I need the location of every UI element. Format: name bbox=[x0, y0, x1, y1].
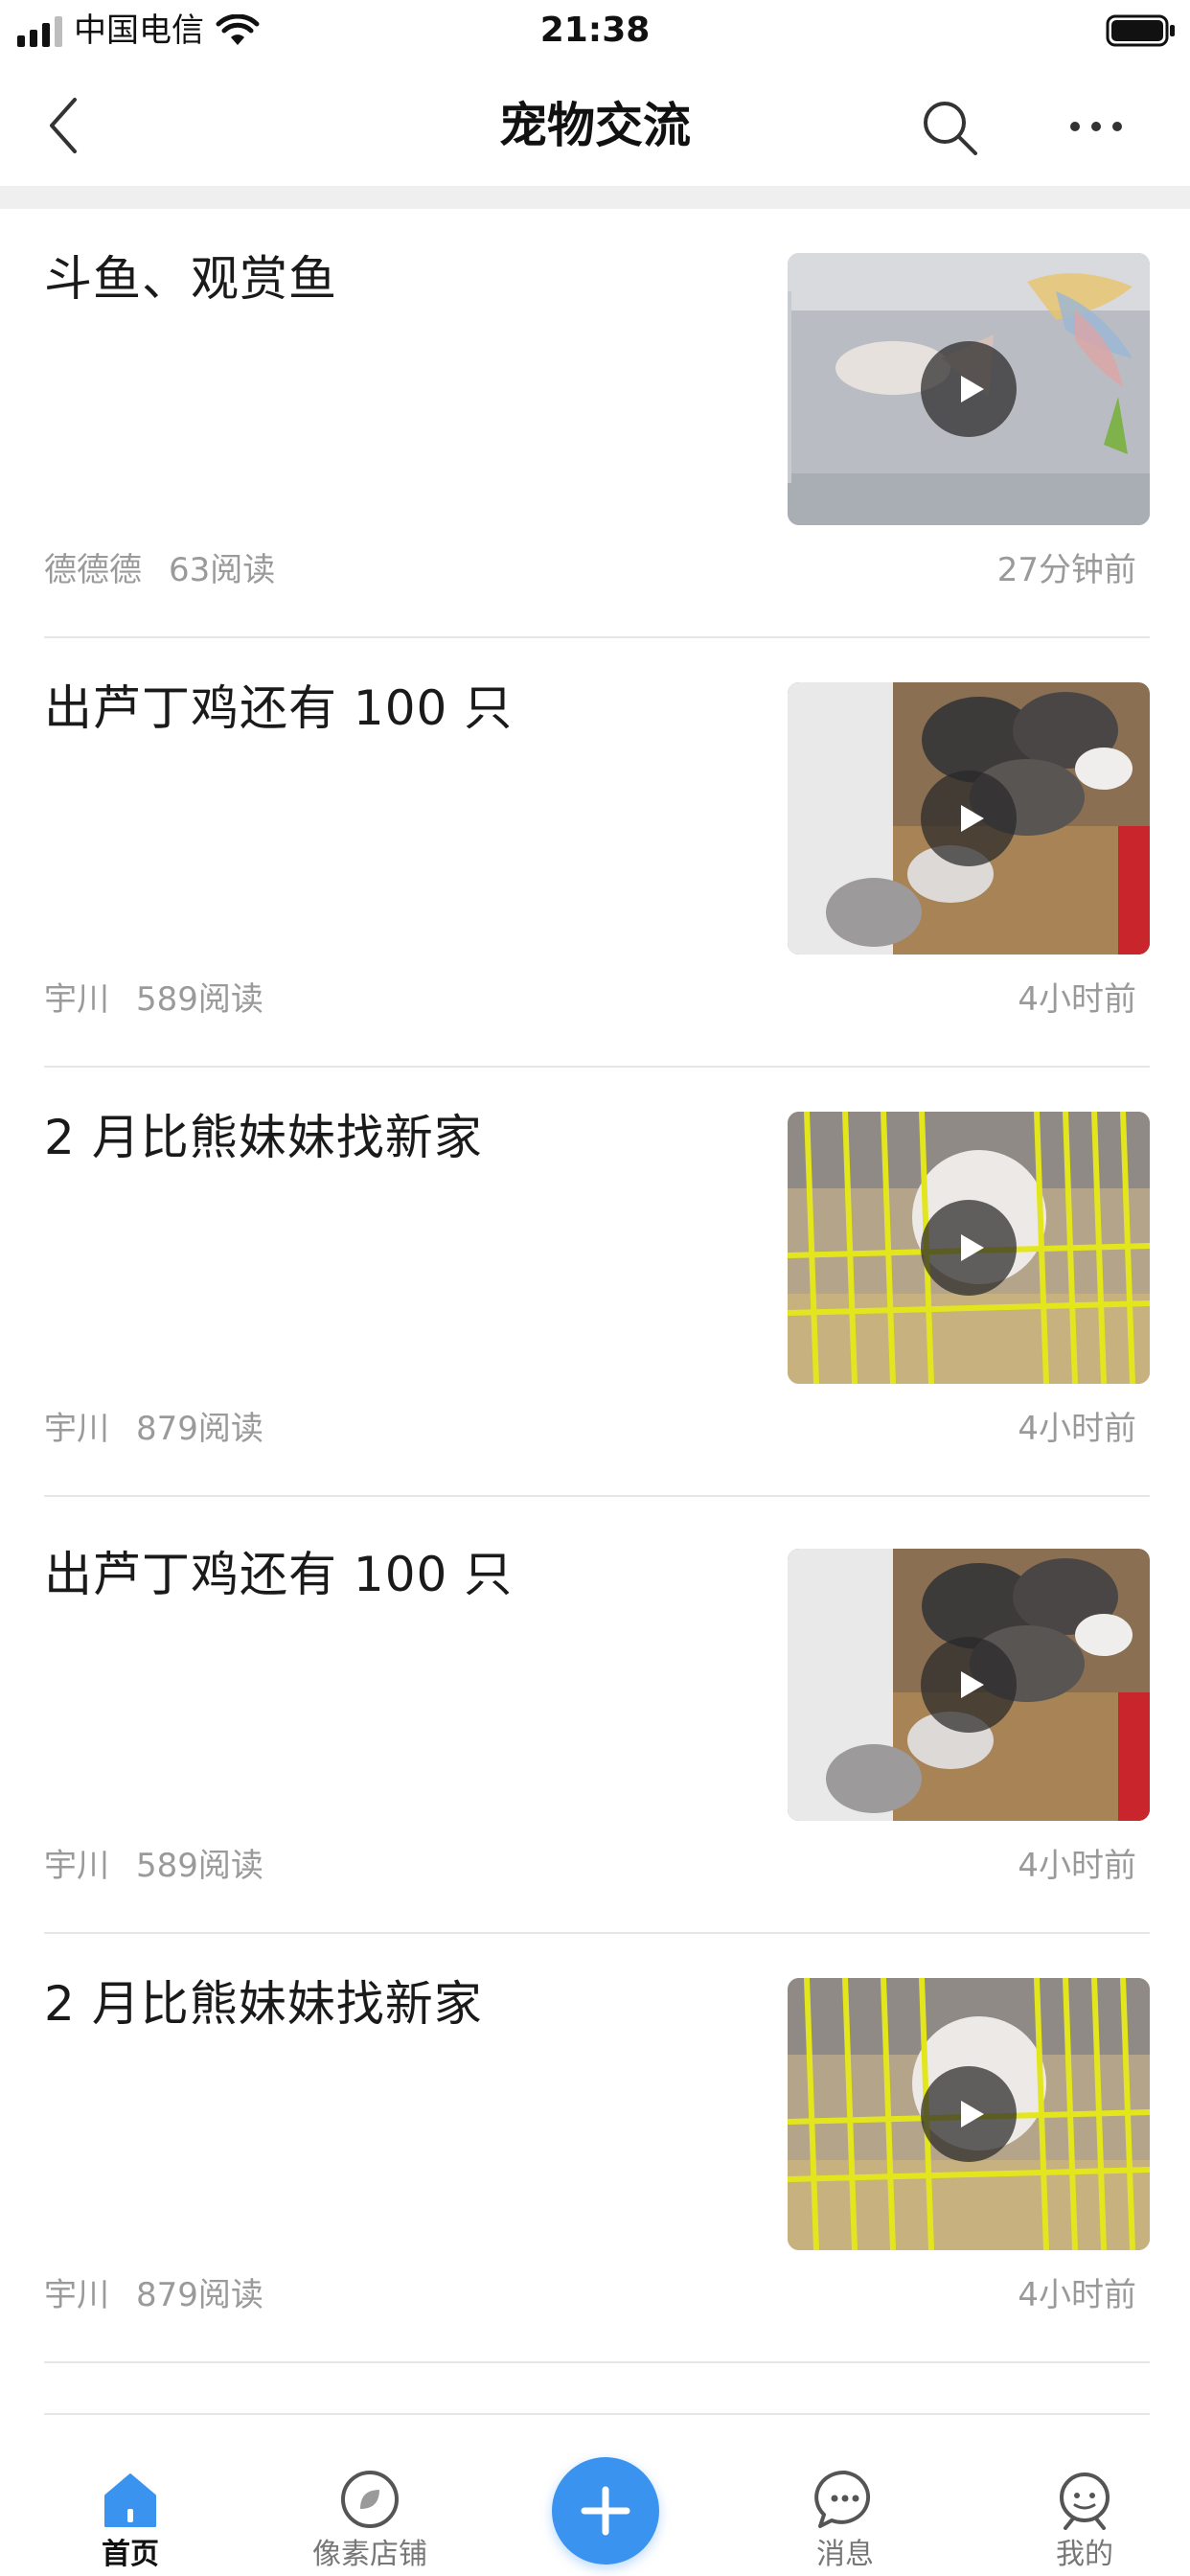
search-icon[interactable] bbox=[918, 96, 981, 159]
post-author[interactable]: 宇川 bbox=[44, 1847, 109, 1885]
post-time: 4小时前 bbox=[1018, 1410, 1136, 1448]
post-meta: 宇川 589阅读 bbox=[44, 1844, 263, 1888]
post-feed: 斗鱼、观赏鱼 德德德 63阅读 27分钟前 出芦丁鸡还有 100 只 宇川 58… bbox=[0, 209, 1190, 2363]
play-icon bbox=[961, 1671, 984, 1698]
post-card[interactable]: 斗鱼、观赏鱼 德德德 63阅读 27分钟前 bbox=[0, 209, 1190, 638]
play-button[interactable] bbox=[921, 2066, 1017, 2162]
tab-label: 消息 bbox=[816, 2538, 874, 2571]
tab-label: 首页 bbox=[102, 2538, 159, 2571]
video-thumbnail[interactable] bbox=[788, 1549, 1150, 1821]
tab-bar: 首页 像素店铺 消息 我的 bbox=[0, 2415, 1190, 2576]
post-title[interactable]: 出芦丁鸡还有 100 只 bbox=[44, 677, 753, 740]
post-title[interactable]: 出芦丁鸡还有 100 只 bbox=[44, 1543, 753, 1606]
tab-messages[interactable]: 消息 bbox=[749, 2415, 941, 2576]
nav-divider bbox=[0, 186, 1190, 209]
post-author[interactable]: 宇川 bbox=[44, 2276, 109, 2314]
play-button[interactable] bbox=[921, 770, 1017, 866]
tab-label: 我的 bbox=[1056, 2538, 1113, 2571]
post-card[interactable]: 出芦丁鸡还有 100 只 宇川 589阅读 4小时前 bbox=[0, 1497, 1190, 1934]
tab-shop[interactable]: 像素店铺 bbox=[274, 2415, 466, 2576]
post-time: 27分钟前 bbox=[996, 551, 1136, 589]
tab-label: 像素店铺 bbox=[312, 2538, 427, 2571]
profile-icon bbox=[1060, 2472, 1110, 2530]
video-thumbnail[interactable] bbox=[788, 1112, 1150, 1384]
post-card[interactable]: 2 月比熊妹妹找新家 宇川 879阅读 4小时前 bbox=[0, 1934, 1190, 2363]
post-card[interactable]: 出芦丁鸡还有 100 只 宇川 589阅读 4小时前 bbox=[0, 638, 1190, 1068]
card-divider bbox=[44, 2361, 1150, 2363]
post-title[interactable]: 斗鱼、观赏鱼 bbox=[44, 247, 753, 310]
video-thumbnail[interactable] bbox=[788, 682, 1150, 954]
post-meta: 德德德 63阅读 bbox=[44, 548, 275, 592]
post-author[interactable]: 德德德 bbox=[44, 551, 142, 589]
post-title[interactable]: 2 月比熊妹妹找新家 bbox=[44, 1972, 753, 2036]
home-icon bbox=[104, 2473, 156, 2527]
post-read-count: 589阅读 bbox=[136, 1847, 263, 1885]
play-icon bbox=[961, 376, 984, 402]
post-meta: 宇川 879阅读 bbox=[44, 2273, 263, 2317]
tab-profile[interactable]: 我的 bbox=[989, 2415, 1180, 2576]
page-title: 宠物交流 bbox=[499, 98, 691, 153]
app-screen: 中国电信 21:38 宠物交流 斗鱼、观赏鱼 德德德 63阅读 27分钟前 出芦… bbox=[0, 0, 1190, 2576]
video-thumbnail[interactable] bbox=[788, 253, 1150, 525]
status-time: 21:38 bbox=[539, 11, 651, 50]
play-icon bbox=[961, 805, 984, 832]
plus-icon bbox=[581, 2486, 630, 2536]
play-button[interactable] bbox=[921, 1637, 1017, 1733]
play-button[interactable] bbox=[921, 1200, 1017, 1296]
post-card[interactable]: 2 月比熊妹妹找新家 宇川 879阅读 4小时前 bbox=[0, 1068, 1190, 1497]
post-time: 4小时前 bbox=[1018, 1847, 1136, 1885]
status-bar: 中国电信 21:38 bbox=[0, 0, 1190, 65]
post-read-count: 879阅读 bbox=[136, 2276, 263, 2314]
play-icon bbox=[961, 2101, 984, 2128]
add-post-button[interactable] bbox=[552, 2457, 659, 2564]
tab-home[interactable]: 首页 bbox=[34, 2415, 226, 2576]
battery-icon bbox=[1106, 14, 1175, 47]
play-icon bbox=[961, 1234, 984, 1261]
post-meta: 宇川 589阅读 bbox=[44, 978, 263, 1022]
play-button[interactable] bbox=[921, 341, 1017, 437]
more-icon[interactable] bbox=[1069, 117, 1123, 136]
post-read-count: 63阅读 bbox=[169, 551, 276, 589]
message-icon bbox=[814, 2470, 871, 2528]
post-time: 4小时前 bbox=[1018, 980, 1136, 1019]
post-meta: 宇川 879阅读 bbox=[44, 1407, 263, 1451]
post-title[interactable]: 2 月比熊妹妹找新家 bbox=[44, 1106, 753, 1169]
shop-icon bbox=[341, 2471, 399, 2528]
post-read-count: 589阅读 bbox=[136, 980, 263, 1019]
post-author[interactable]: 宇川 bbox=[44, 980, 109, 1019]
post-read-count: 879阅读 bbox=[136, 1410, 263, 1448]
video-thumbnail[interactable] bbox=[788, 1978, 1150, 2250]
nav-bar: 宠物交流 bbox=[0, 65, 1190, 186]
post-time: 4小时前 bbox=[1018, 2276, 1136, 2314]
post-author[interactable]: 宇川 bbox=[44, 1410, 109, 1448]
